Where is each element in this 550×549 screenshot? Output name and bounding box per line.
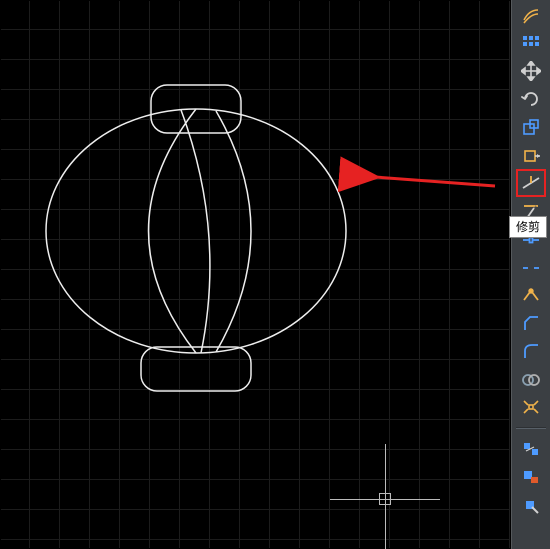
toolbar-separator — [516, 427, 546, 429]
offset-tool[interactable] — [519, 4, 543, 26]
trim-tool[interactable] — [519, 172, 543, 194]
blend-tool[interactable] — [519, 368, 543, 390]
rotate-tool[interactable] — [519, 88, 543, 110]
hatch-edit-tool[interactable] — [519, 466, 543, 488]
tooltip-text: 修剪 — [516, 220, 540, 234]
edit-tool[interactable] — [519, 494, 543, 516]
align-tool[interactable] — [519, 438, 543, 460]
trim-tooltip: 修剪 — [509, 216, 547, 238]
drawing-canvas[interactable] — [1, 1, 510, 548]
scale-tool[interactable] — [519, 116, 543, 138]
break-tool[interactable] — [519, 256, 543, 278]
chamfer-tool[interactable] — [519, 312, 543, 334]
modify-toolbar — [511, 0, 550, 549]
stretch-tool[interactable] — [519, 144, 543, 166]
cad-app: 修剪 — [0, 0, 550, 549]
annotation-arrow — [1, 1, 510, 548]
join-tool[interactable] — [519, 284, 543, 306]
explode-tool[interactable] — [519, 396, 543, 418]
move-tool[interactable] — [519, 60, 543, 82]
array-tool[interactable] — [519, 32, 543, 54]
fillet-tool[interactable] — [519, 340, 543, 362]
